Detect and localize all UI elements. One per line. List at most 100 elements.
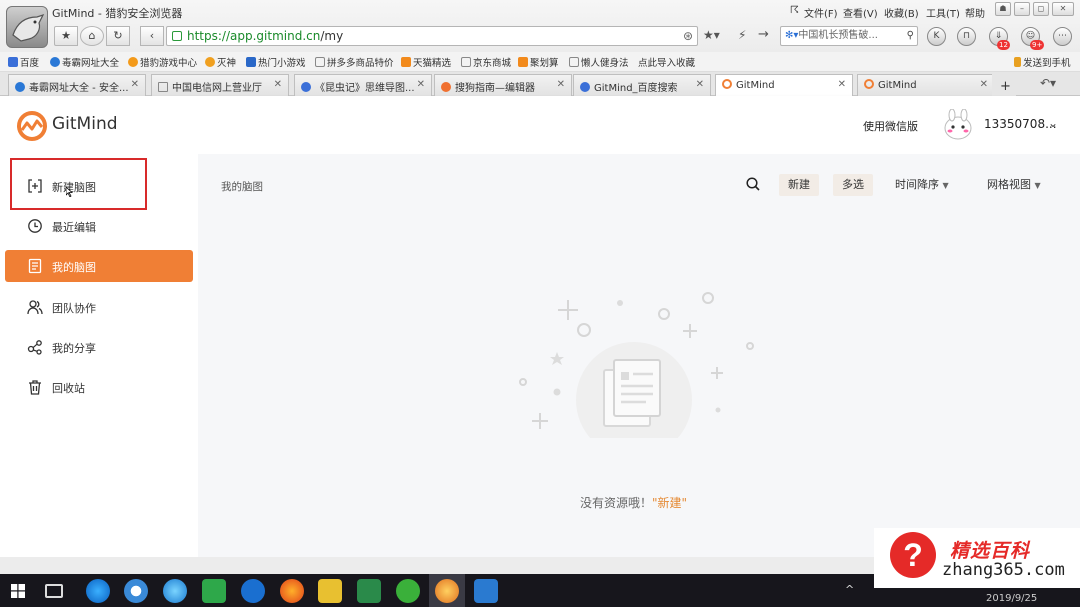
tab-insects[interactable]: 《昆虫记》思维导图... ✕ bbox=[294, 74, 432, 96]
sidebar-item-recent[interactable]: 最近编辑 bbox=[5, 210, 193, 242]
more-menu-icon[interactable]: ⋯ bbox=[1053, 27, 1072, 46]
bookmark-mieshen[interactable]: 灭神 bbox=[205, 55, 236, 69]
minimize-button[interactable]: – bbox=[1014, 2, 1030, 16]
sogou-browser-icon[interactable] bbox=[124, 579, 148, 603]
k-extension-icon[interactable]: K bbox=[927, 27, 946, 46]
notes-icon[interactable] bbox=[318, 579, 342, 603]
view-dropdown[interactable]: 网格视图 ▼ bbox=[987, 174, 1041, 196]
breadcrumb: 我的脑图 bbox=[221, 181, 263, 193]
window-title: GitMind - 猎豹安全浏览器 bbox=[52, 7, 183, 20]
bookmark-juhuasuan[interactable]: 聚划算 bbox=[518, 55, 559, 69]
tab-sogou-guide[interactable]: 搜狗指南—编辑器 ✕ bbox=[434, 74, 572, 96]
bookmark-tmall[interactable]: 天猫精选 bbox=[401, 55, 451, 69]
menu-help[interactable]: 帮助 bbox=[965, 5, 985, 20]
iqiyi-icon[interactable] bbox=[202, 579, 226, 603]
menu-icon[interactable]: ☈ bbox=[790, 5, 799, 16]
bookmark-pinduoduo[interactable]: 拼多多商品特价 bbox=[315, 55, 394, 69]
empty-state-new-link[interactable]: "新建" bbox=[652, 496, 687, 510]
send-to-phone[interactable]: 发送到手机 bbox=[1014, 55, 1071, 69]
task-view-icon[interactable] bbox=[45, 584, 63, 598]
tab-gitmind-active[interactable]: GitMind ✕ bbox=[715, 74, 853, 97]
back-button[interactable]: ‹ bbox=[140, 26, 164, 46]
address-bar[interactable]: https://app.gitmind.cn/my ⊛ bbox=[166, 26, 698, 46]
sort-dropdown[interactable]: 时间降序 ▼ bbox=[895, 174, 949, 196]
bookmark-mini-games[interactable]: 热门小游戏 bbox=[246, 55, 306, 69]
baidu-paw-icon bbox=[580, 82, 590, 92]
baidu-paw-icon bbox=[301, 82, 311, 92]
lock-extension-icon[interactable]: ⊓ bbox=[957, 27, 976, 46]
refresh-button[interactable]: ↻ bbox=[106, 26, 130, 46]
wechat-version-link[interactable]: 使用微信版 bbox=[863, 118, 918, 134]
menu-file[interactable]: 文件(F) bbox=[804, 5, 838, 20]
close-tab-icon[interactable]: ✕ bbox=[980, 79, 988, 90]
cheetah-browser-logo bbox=[6, 6, 48, 48]
bookmark-star-icon[interactable]: ★▾ bbox=[703, 28, 720, 42]
bookmarks-bar: 百度 毒霸网址大全 猎豹游戏中心 灭神 热门小游戏 拼多多商品特价 天猫精选 京… bbox=[0, 52, 1080, 72]
highlight-box bbox=[10, 158, 147, 210]
windows-start-icon[interactable] bbox=[11, 584, 25, 598]
wechat-icon[interactable] bbox=[396, 579, 420, 603]
app-window-icon[interactable] bbox=[474, 579, 498, 603]
mieshen-icon bbox=[205, 57, 215, 67]
tray-expand-icon[interactable]: ^ bbox=[845, 583, 854, 596]
forward-arrow-icon[interactable]: → bbox=[758, 27, 769, 42]
tab-duba[interactable]: 毒霸网址大全 - 安全... ✕ bbox=[8, 74, 146, 96]
bookmark-jd[interactable]: 京东商城 bbox=[461, 55, 511, 69]
sidebar-item-share[interactable]: 我的分享 bbox=[5, 331, 193, 363]
maximize-button[interactable]: ◻ bbox=[1033, 2, 1049, 16]
search-icon[interactable]: ⚲ bbox=[907, 27, 914, 45]
browser-titlebar: GitMind - 猎豹安全浏览器 ☈ 文件(F) 查看(V) 收藏(B) 工具… bbox=[0, 0, 1080, 52]
menu-view[interactable]: 查看(V) bbox=[843, 5, 878, 20]
skin-button[interactable]: ☗ bbox=[995, 2, 1011, 16]
tab-telecom[interactable]: 中国电信网上营业厅 ✕ bbox=[151, 74, 289, 96]
tab-baidu-search[interactable]: GitMind_百度搜索 ✕ bbox=[573, 74, 711, 96]
sidebar-item-my-mindmaps[interactable]: 我的脑图 bbox=[5, 250, 193, 282]
home-button[interactable]: ⌂ bbox=[80, 26, 104, 46]
close-tab-icon[interactable]: ✕ bbox=[274, 79, 282, 90]
sidebar-item-team[interactable]: 团队协作 bbox=[5, 291, 193, 323]
bookmark-baidu[interactable]: 百度 bbox=[8, 55, 39, 69]
taskbar-date: 2019/9/25 bbox=[986, 593, 1038, 604]
k-icon bbox=[15, 82, 25, 92]
tab-strip: 毒霸网址大全 - 安全... ✕ 中国电信网上营业厅 ✕ 《昆虫记》思维导图... ✕… bbox=[0, 72, 1080, 97]
kingsoft-icon[interactable] bbox=[241, 579, 265, 603]
cheetah-browser-taskbar-icon[interactable] bbox=[435, 579, 459, 603]
empty-state-illustration bbox=[519, 292, 754, 438]
paw-icon: ✻▾ bbox=[785, 30, 799, 41]
close-tab-icon[interactable]: ✕ bbox=[557, 79, 565, 90]
chevron-down-icon[interactable]: ⌄ bbox=[1048, 116, 1058, 130]
favorite-star-button[interactable]: ★ bbox=[54, 26, 78, 46]
close-tab-icon[interactable]: ✕ bbox=[696, 79, 704, 90]
new-button[interactable]: 新建 bbox=[779, 174, 819, 196]
sidebar-item-trash[interactable]: 回收站 bbox=[5, 371, 193, 403]
lightning-icon[interactable]: ⚡ bbox=[738, 28, 746, 42]
undo-close-icon[interactable]: ↶▾ bbox=[1040, 76, 1056, 90]
bookmark-duba[interactable]: 毒霸网址大全 bbox=[50, 55, 119, 69]
bookmark-game-center[interactable]: 猎豹游戏中心 bbox=[128, 55, 197, 69]
menu-favorites[interactable]: 收藏(B) bbox=[884, 5, 919, 20]
bookmark-fitness[interactable]: 懒人健身法 bbox=[569, 55, 629, 69]
spreadsheet-icon[interactable] bbox=[357, 579, 381, 603]
tab-gitmind[interactable]: GitMind ✕ bbox=[857, 74, 995, 96]
menu-tools[interactable]: 工具(T) bbox=[926, 5, 960, 20]
sogou-icon bbox=[441, 82, 451, 92]
caret-down-icon: ▼ bbox=[1034, 181, 1041, 190]
close-window-button[interactable]: ✕ bbox=[1052, 2, 1074, 16]
avatar[interactable] bbox=[942, 109, 974, 141]
share-icon bbox=[27, 340, 42, 355]
ie-icon[interactable] bbox=[86, 579, 110, 603]
new-tab-button[interactable]: + bbox=[992, 74, 1016, 96]
close-tab-icon[interactable]: ✕ bbox=[417, 79, 425, 90]
multi-select-button[interactable]: 多选 bbox=[833, 174, 873, 196]
speed-icon[interactable]: ⊛ bbox=[683, 29, 693, 43]
close-tab-icon[interactable]: ✕ bbox=[131, 79, 139, 90]
search-box[interactable]: ✻▾中国机长预售破... ⚲ bbox=[780, 26, 918, 46]
username[interactable]: 13350708... bbox=[984, 117, 1057, 131]
page-icon bbox=[315, 57, 325, 67]
close-tab-icon[interactable]: ✕ bbox=[838, 79, 846, 90]
edge-icon[interactable] bbox=[163, 579, 187, 603]
firefox-icon[interactable] bbox=[280, 579, 304, 603]
search-icon[interactable] bbox=[746, 177, 760, 191]
bookmark-import[interactable]: 点此导入收藏 bbox=[638, 55, 695, 69]
b-icon bbox=[246, 57, 256, 67]
